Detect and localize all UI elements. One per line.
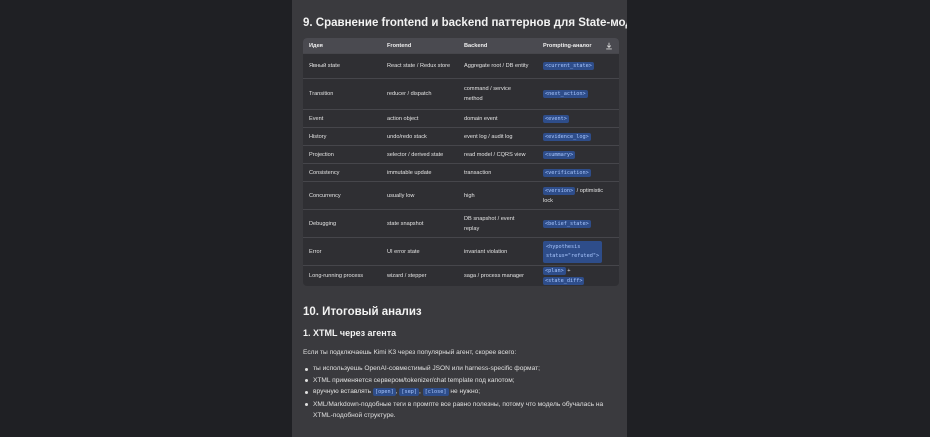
inline-code: <summary>: [543, 150, 576, 159]
cell-backend: DB snapshot / event replay: [458, 209, 537, 238]
cell-prompting: <summary>: [537, 145, 619, 164]
inline-code: <event>: [543, 114, 569, 123]
inline-code: <state_diff>: [543, 277, 585, 285]
list-item-continuation: XTML-подобной структуре.: [313, 412, 396, 419]
cell-prompting: <next_action>: [537, 78, 619, 110]
header-idea: Идея: [303, 38, 381, 54]
cell-frontend: usually low: [381, 181, 458, 210]
cell-frontend: reducer / dispatch: [381, 78, 458, 110]
cell-idea: History: [303, 127, 381, 146]
cell-frontend: action object: [381, 109, 458, 128]
inline-code: [sep]: [399, 388, 419, 396]
bullet-list: ты используешь OpenAI-совместимый JSON и…: [303, 363, 603, 422]
cell-backend: domain event: [458, 109, 537, 128]
inline-code: <version>: [543, 186, 576, 195]
cell-frontend: selector / derived state: [381, 145, 458, 164]
cell-prompting: <version> / optimistic lock: [537, 181, 619, 210]
cell-frontend: state snapshot: [381, 209, 458, 238]
table-row: Projection selector / derived state read…: [303, 145, 619, 164]
inline-code: <current_state>: [543, 62, 594, 70]
cell-idea: Error: [303, 237, 381, 266]
table-header-row: Идея Frontend Backend Prompting-аналог: [303, 38, 619, 54]
comparison-table: Идея Frontend Backend Prompting-аналог Я…: [303, 38, 619, 286]
cell-backend: Aggregate root / DB entity: [458, 53, 537, 79]
cell-backend: saga / process manager: [458, 265, 537, 286]
cell-prompting: <plan> + <state_diff>: [537, 265, 619, 286]
subsection-heading: 1. XTML через агента: [303, 328, 397, 338]
inline-code: <plan>: [543, 267, 566, 275]
section-10-heading: 10. Итоговый анализ: [303, 306, 422, 318]
cell-prompting: <current_state>: [537, 53, 619, 79]
cell-backend: event log / audit log: [458, 127, 537, 146]
list-item: вручную вставлять [open], [sep], [close]…: [303, 386, 603, 399]
cell-idea: Long-running process: [303, 265, 381, 286]
cell-idea: Event: [303, 109, 381, 128]
list-item: XTML применяется сервером/tokenizer/chat…: [303, 375, 603, 387]
table-row: History undo/redo stack event log / audi…: [303, 127, 619, 146]
cell-prompting: <verification>: [537, 163, 619, 182]
download-icon[interactable]: [605, 42, 613, 50]
content-panel: 9. Сравнение frontend и backend паттерно…: [292, 0, 627, 437]
intro-paragraph: Если ты подключаешь Kimi K3 через популя…: [303, 349, 517, 356]
cell-prompting: <belief_state>: [537, 209, 619, 238]
cell-frontend: React state / Redux store: [381, 53, 458, 79]
cell-frontend: UI error state: [381, 237, 458, 266]
cell-prompting: <evidence_log>: [537, 127, 619, 146]
table-row: Явный state React state / Redux store Ag…: [303, 53, 619, 79]
list-item: XML/Markdown-подобные теги в промпте все…: [303, 399, 603, 411]
cell-prompting: <event>: [537, 109, 619, 128]
cell-backend: command / service method: [458, 78, 537, 110]
inline-code: <verification>: [543, 168, 591, 177]
state-models-table: Идея Frontend Backend Prompting-аналог Я…: [303, 38, 619, 286]
table-row: Long-running process wizard / stepper sa…: [303, 265, 619, 286]
cell-frontend: immutable update: [381, 163, 458, 182]
cell-prompting: <hypothesis status="refuted">: [537, 237, 619, 266]
header-backend: Backend: [458, 38, 537, 54]
inline-code: <evidence_log>: [543, 132, 591, 141]
page: 9. Сравнение frontend и backend паттерно…: [0, 0, 930, 437]
cell-idea: Debugging: [303, 209, 381, 238]
cell-backend: high: [458, 181, 537, 210]
cell-backend: invariant violation: [458, 237, 537, 266]
header-frontend: Frontend: [381, 38, 458, 54]
cell-backend: transaction: [458, 163, 537, 182]
cell-text: +: [565, 268, 571, 274]
cell-idea: Consistency: [303, 163, 381, 182]
table-row: Consistency immutable update transaction…: [303, 163, 619, 182]
section-9-heading: 9. Сравнение frontend и backend паттерно…: [303, 17, 627, 29]
table-row: Concurrency usually low high <version> /…: [303, 181, 619, 210]
table-row: Transition reducer / dispatch command / …: [303, 78, 619, 110]
cell-idea: Projection: [303, 145, 381, 164]
code-block: <hypothesis status="refuted">: [543, 240, 603, 263]
cell-frontend: undo/redo stack: [381, 127, 458, 146]
list-text: вручную вставлять: [313, 388, 373, 395]
table-row: Error UI error state invariant violation…: [303, 237, 619, 266]
list-text: не нужно;: [448, 388, 481, 395]
cell-backend: read model / CQRS view: [458, 145, 537, 164]
list-item: ты используешь OpenAI-совместимый JSON и…: [303, 363, 603, 375]
inline-code: <belief_state>: [543, 219, 591, 228]
cell-idea: Явный state: [303, 53, 381, 79]
inline-code: <next_action>: [543, 90, 588, 98]
cell-idea: Transition: [303, 78, 381, 110]
cell-frontend: wizard / stepper: [381, 265, 458, 286]
table-row: Debugging state snapshot DB snapshot / e…: [303, 209, 619, 238]
cell-idea: Concurrency: [303, 181, 381, 210]
inline-code: [close]: [422, 388, 449, 396]
table-row: Event action object domain event <event>: [303, 109, 619, 128]
inline-code: [open]: [372, 388, 396, 396]
